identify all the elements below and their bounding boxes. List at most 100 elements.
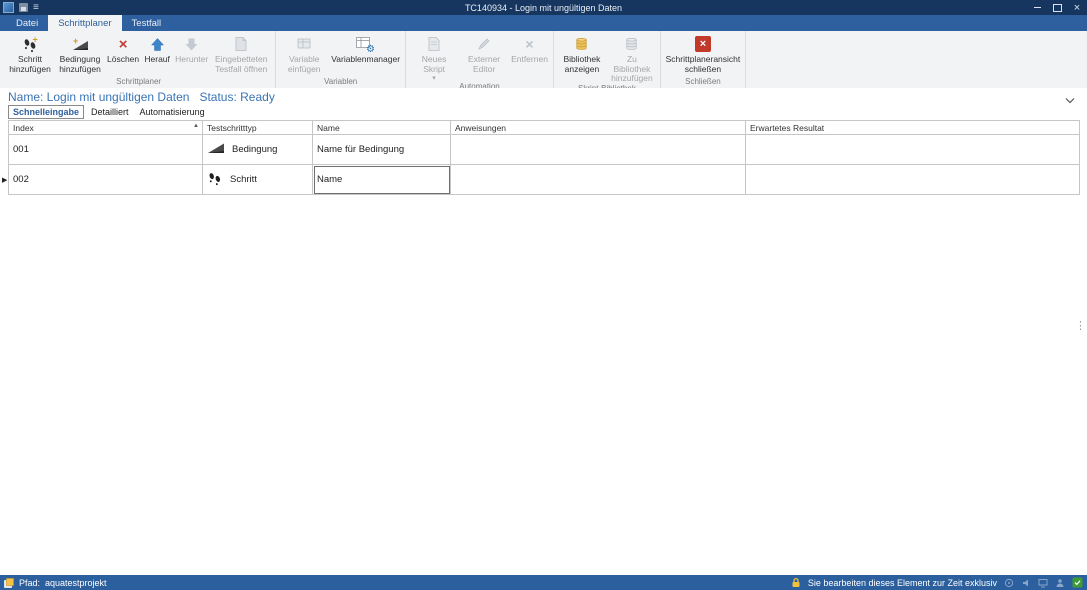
button-label: Bibliothek anzeigen (559, 55, 605, 74)
schritt-hinzufuegen-button[interactable]: + Schritt hinzufügen (5, 32, 55, 74)
close-icon: × (1074, 2, 1080, 14)
anweisungen-cell[interactable] (451, 165, 746, 195)
index-cell[interactable]: ▶ 002 (9, 165, 203, 195)
tab-datei[interactable]: Datei (6, 15, 48, 31)
loeschen-button[interactable]: × Löschen (105, 32, 141, 65)
index-value: 002 (13, 174, 29, 185)
collapse-chevron-icon[interactable] (1065, 91, 1075, 109)
ribbon: + Schritt hinzufügen + Bedingung hinzufü… (0, 31, 1087, 89)
save-icon[interactable] (19, 3, 28, 12)
erwartetes-resultat-cell[interactable] (746, 165, 1080, 195)
ribbon-group-schrittplaner: + Schritt hinzufügen + Bedingung hinzufü… (2, 31, 276, 88)
column-header-index[interactable]: Index ▲ (9, 121, 203, 135)
table-row-002: ▶ 002 Schritt Name (9, 165, 1080, 195)
sync-status-green-icon[interactable] (1072, 577, 1083, 588)
titlebar: ≡ TC140934 - Login mit ungültigen Daten … (0, 0, 1087, 15)
restore-icon (1053, 4, 1062, 12)
neues-skript-button[interactable]: Neues Skript ▾ (409, 32, 459, 82)
exclusive-edit-message: Sie bearbeiten dieses Element zur Zeit e… (808, 578, 997, 588)
column-header-anweisungen[interactable]: Anweisungen (451, 121, 746, 135)
erwartetes-resultat-cell[interactable] (746, 135, 1080, 165)
bedingung-hinzufuegen-button[interactable]: + Bedingung hinzufügen (55, 32, 105, 74)
column-header-name[interactable]: Name (313, 121, 451, 135)
name-value: Name (317, 174, 342, 185)
column-header-testschritttyp[interactable]: Testschritttyp (203, 121, 313, 135)
view-tabs: Schnelleingabe Detailliert Automatisieru… (8, 105, 209, 119)
variable-grid-icon (296, 35, 312, 53)
arrow-up-icon (150, 35, 165, 53)
tab-detailliert[interactable]: Detailliert (87, 106, 133, 118)
tab-schnelleingabe[interactable]: Schnelleingabe (8, 105, 84, 119)
library-database-add-icon (623, 35, 640, 53)
application-window: ≡ TC140934 - Login mit ungültigen Daten … (0, 0, 1087, 590)
embedded-testcase-icon (233, 35, 249, 53)
button-label: Zu Bibliothek hinzufügen (609, 55, 655, 84)
column-header-erwartetes-resultat[interactable]: Erwartetes Resultat (746, 121, 1080, 135)
ribbon-group-label: Schließen (664, 77, 742, 88)
new-script-icon (426, 35, 442, 53)
variable-einfuegen-button[interactable]: Variable einfügen (279, 32, 329, 74)
notification-icon[interactable] (1004, 578, 1014, 588)
ribbon-group-label: Schrittplaner (5, 77, 272, 88)
column-header-label: Testschritttyp (207, 123, 257, 133)
ribbon-group-schliessen: × Schrittplaneransicht schließen Schließ… (661, 31, 746, 88)
quick-access-toolbar: ≡ (0, 2, 39, 13)
splitter-overflow-icon[interactable]: ⋮ (1075, 320, 1086, 332)
externer-editor-button[interactable]: Externer Editor (459, 32, 509, 74)
button-label: Herunter (175, 55, 208, 65)
remove-x-icon: × (525, 35, 533, 53)
variable-manager-gear-icon: ⚙ (356, 35, 376, 53)
zu-bibliothek-hinzufuegen-button[interactable]: Zu Bibliothek hinzufügen (607, 32, 657, 84)
sound-icon[interactable] (1021, 578, 1031, 588)
restore-button[interactable] (1047, 0, 1067, 15)
button-label: Entfernen (511, 55, 548, 65)
name-value: Name für Bedingung (317, 144, 404, 155)
minimize-button[interactable] (1027, 0, 1047, 15)
minimize-icon (1034, 7, 1041, 8)
variablenmanager-button[interactable]: ⚙ Variablenmanager (329, 32, 402, 65)
monitor-icon[interactable] (1038, 578, 1048, 588)
schrittplaneransicht-schliessen-button[interactable]: × Schrittplaneransicht schließen (664, 32, 742, 74)
button-label: Variable einfügen (281, 55, 327, 74)
tab-testfall[interactable]: Testfall (122, 15, 172, 31)
close-button[interactable]: × (1067, 0, 1087, 15)
schritt-footsteps-icon (207, 170, 223, 189)
bibliothek-anzeigen-button[interactable]: Bibliothek anzeigen (557, 32, 607, 74)
button-label: Neues Skript (411, 55, 457, 74)
index-value: 001 (13, 144, 29, 155)
herauf-button[interactable]: Herauf (141, 32, 173, 65)
tab-automatisierung[interactable]: Automatisierung (136, 106, 209, 118)
button-label: Schritt hinzufügen (7, 55, 53, 74)
index-cell[interactable]: 001 (9, 135, 203, 165)
entfernen-button[interactable]: × Entfernen (509, 32, 550, 65)
testcase-status-label: Status: Ready (199, 90, 274, 104)
testschritttyp-cell[interactable]: Schritt (203, 165, 313, 195)
app-icon[interactable] (3, 2, 14, 13)
external-editor-pencil-icon (476, 35, 492, 53)
bedingung-wedge-icon (207, 141, 225, 158)
testcase-name-label: Name: Login mit ungültigen Daten (8, 90, 189, 104)
button-label: Eingebetteten Testfall öffnen (212, 55, 270, 74)
column-header-label: Erwartetes Resultat (750, 123, 824, 133)
tab-schrittplaner[interactable]: Schrittplaner (48, 15, 121, 31)
button-label: Löschen (107, 55, 139, 65)
name-cell-focused[interactable]: Name (313, 165, 451, 195)
ribbon-group-skript-bibliothek: Bibliothek anzeigen Zu Bibliothek hinzuf… (554, 31, 661, 88)
column-header-label: Index (13, 123, 34, 133)
current-row-marker-icon: ▶ (2, 176, 7, 184)
button-label: Bedingung hinzufügen (57, 55, 103, 74)
testschritttyp-value: Schritt (230, 174, 257, 185)
user-icon[interactable] (1055, 578, 1065, 588)
eingebetteten-testfall-oeffnen-button[interactable]: Eingebetteten Testfall öffnen (210, 32, 272, 74)
wedge-add-icon: + (72, 35, 89, 53)
name-cell[interactable]: Name für Bedingung (313, 135, 451, 165)
lock-icon (791, 577, 801, 588)
svg-text:⚙: ⚙ (366, 44, 375, 53)
menu-icon[interactable]: ≡ (33, 3, 39, 13)
button-label: Externer Editor (461, 55, 507, 74)
anweisungen-cell[interactable] (451, 135, 746, 165)
sort-ascending-icon: ▲ (193, 123, 199, 129)
path-label: Pfad: (19, 578, 40, 588)
testschritttyp-cell[interactable]: Bedingung (203, 135, 313, 165)
herunter-button[interactable]: Herunter (173, 32, 210, 65)
